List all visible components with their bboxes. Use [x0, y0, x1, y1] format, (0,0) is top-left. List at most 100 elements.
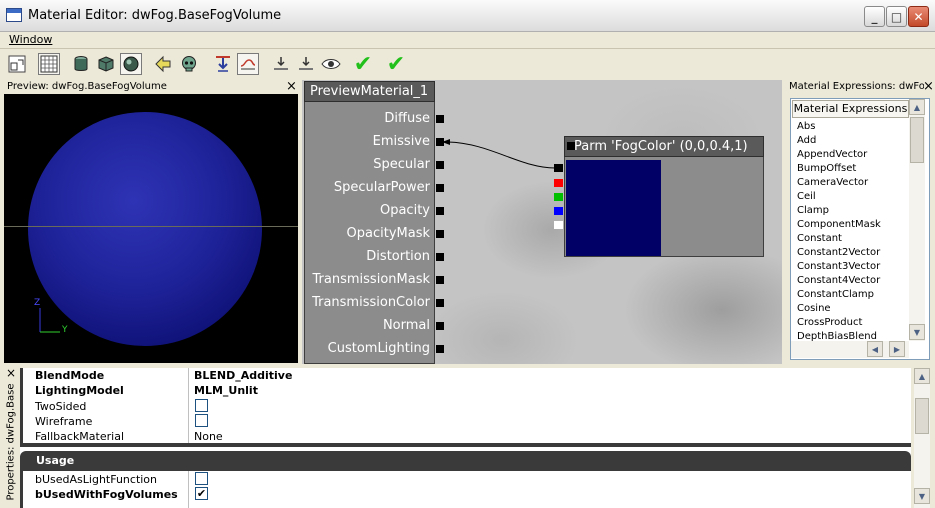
chevron-up-icon: ▲ — [913, 102, 921, 112]
minimize-button[interactable]: _ — [864, 6, 885, 27]
list-item[interactable]: AppendVector — [797, 149, 867, 160]
pin-red[interactable] — [554, 179, 563, 187]
prop-blend-mode-value[interactable]: BLEND_Additive — [194, 369, 292, 382]
skull-button[interactable] — [178, 53, 200, 75]
pin-blue[interactable] — [554, 207, 563, 215]
preview-cube-button[interactable] — [95, 53, 117, 75]
list-item[interactable]: Constant3Vector — [797, 261, 880, 272]
wireframe-checkbox[interactable] — [195, 414, 208, 427]
scroll-left-button[interactable]: ◀ — [867, 341, 883, 357]
prop-used-with-fog-volumes-label: bUsedWithFogVolumes — [35, 488, 178, 501]
prop-two-sided-label: TwoSided — [35, 400, 87, 413]
push-down-button[interactable] — [212, 53, 234, 75]
list-item[interactable]: CrossProduct — [797, 317, 862, 328]
pin-distortion[interactable] — [436, 253, 444, 261]
properties-scroll-up-button[interactable]: ▲ — [914, 368, 930, 384]
input-specular-power: SpecularPower — [333, 180, 430, 195]
material-node-title[interactable]: PreviewMaterial_1 — [304, 81, 435, 102]
properties-side-tab[interactable]: Properties: dwFog.Base — [4, 372, 18, 504]
cube-icon — [98, 56, 114, 72]
chevron-down-icon: ▼ — [918, 491, 926, 501]
expressions-title: Material Expressions: dwFog.B — [789, 81, 924, 92]
pin-transmission-mask[interactable] — [436, 276, 444, 284]
list-item[interactable]: Constant2Vector — [797, 247, 880, 258]
close-button[interactable]: ✕ — [908, 6, 929, 27]
close-icon: ✕ — [913, 9, 924, 24]
apply-check-icon: ✔ — [386, 51, 406, 77]
list-item[interactable]: ComponentMask — [797, 219, 881, 230]
pin-button-2[interactable] — [295, 53, 317, 75]
pin-diffuse[interactable] — [436, 115, 444, 123]
preview-title: Preview: dwFog.BaseFogVolume — [7, 81, 167, 92]
list-item[interactable]: Clamp — [797, 205, 829, 216]
pin-transmission-color[interactable] — [436, 299, 444, 307]
expressions-close-button[interactable]: × — [923, 80, 934, 94]
input-opacity-mask: OpacityMask — [346, 226, 430, 241]
list-item[interactable]: ConstantClamp — [797, 289, 874, 300]
preview-horizon-line — [4, 226, 298, 227]
properties-vertical-scrollbar[interactable] — [914, 368, 930, 508]
list-item[interactable]: Constant4Vector — [797, 275, 880, 286]
input-opacity: Opacity — [379, 203, 430, 218]
home-button[interactable] — [6, 53, 28, 75]
prop-fallback-material-value[interactable]: None — [194, 430, 223, 443]
used-as-light-function-checkbox[interactable] — [195, 472, 208, 485]
pin-alpha[interactable] — [554, 221, 563, 229]
axis-z-label: Z — [34, 298, 41, 308]
axis-y-label: Y — [62, 325, 68, 335]
properties-scroll-thumb[interactable] — [915, 398, 929, 434]
pin-normal[interactable] — [436, 322, 444, 330]
prop-blend-mode-label: BlendMode — [35, 369, 105, 382]
list-item[interactable]: Cosine — [797, 303, 831, 314]
eye-button[interactable] — [320, 53, 342, 75]
used-with-fog-volumes-checkbox[interactable]: ✔ — [195, 487, 208, 500]
scroll-down-button[interactable]: ▼ — [909, 324, 925, 340]
menu-window[interactable]: Window — [9, 33, 52, 46]
grid-toggle[interactable] — [38, 53, 60, 75]
parameter-header-pin[interactable] — [567, 142, 575, 150]
curve-toggle[interactable] — [237, 53, 259, 75]
list-item[interactable]: Constant — [797, 233, 842, 244]
pin-specular-power[interactable] — [436, 184, 444, 192]
preview-sphere-button[interactable] — [120, 53, 142, 75]
back-arrow-icon — [155, 55, 171, 73]
back-button[interactable] — [152, 53, 174, 75]
scroll-thumb[interactable] — [910, 117, 924, 163]
parameter-node-title[interactable]: Parm 'FogColor' (0,0,0.4,1) — [564, 136, 764, 157]
pin-opacity[interactable] — [436, 207, 444, 215]
pin-custom-lighting[interactable] — [436, 345, 444, 353]
properties-group-footer — [20, 443, 911, 447]
pin-opacity-mask[interactable] — [436, 230, 444, 238]
list-item[interactable]: CameraVector — [797, 177, 868, 188]
input-emissive: Emissive — [372, 134, 430, 149]
list-item[interactable]: Abs — [797, 121, 815, 132]
apply-check-icon: ✔ — [353, 51, 373, 77]
pin-button-1[interactable] — [270, 53, 292, 75]
preview-cylinder-button[interactable] — [70, 53, 92, 75]
apply-button-1[interactable]: ✔ — [352, 51, 374, 77]
properties-scroll-down-button[interactable]: ▼ — [914, 488, 930, 504]
pin-green[interactable] — [554, 193, 563, 201]
maximize-button[interactable]: □ — [886, 6, 907, 27]
scroll-up-button[interactable]: ▲ — [909, 99, 925, 115]
scroll-right-button[interactable]: ▶ — [889, 341, 905, 357]
prop-lighting-model-value[interactable]: MLM_Unlit — [194, 384, 258, 397]
column-divider — [188, 368, 189, 443]
list-item[interactable]: BumpOffset — [797, 163, 856, 174]
properties-close-button[interactable]: × — [6, 366, 16, 380]
apply-button-2[interactable]: ✔ — [385, 51, 407, 77]
preview-viewport[interactable]: Z Y — [4, 94, 298, 363]
usage-section-header[interactable]: Usage — [20, 451, 911, 471]
properties-group — [20, 368, 911, 443]
pin-rgba[interactable] — [554, 164, 563, 172]
chevron-right-icon: ▶ — [893, 344, 901, 354]
pin-icon — [299, 57, 313, 70]
menu-bar — [0, 32, 935, 49]
list-item[interactable]: Ceil — [797, 191, 816, 202]
expressions-column-header[interactable]: Material Expressions — [792, 100, 909, 118]
two-sided-checkbox[interactable] — [195, 399, 208, 412]
preview-close-button[interactable]: × — [286, 80, 297, 94]
window-icon — [6, 8, 22, 22]
chevron-down-icon: ▼ — [913, 327, 921, 337]
list-item[interactable]: Add — [797, 135, 816, 146]
